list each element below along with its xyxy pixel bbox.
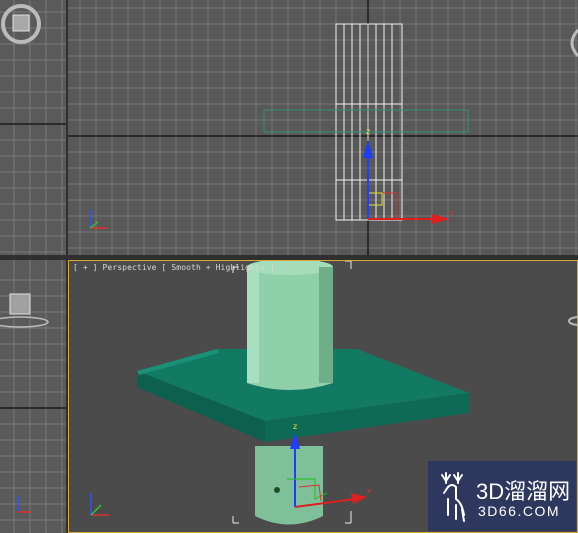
watermark-url: 3D66.COM: [478, 503, 561, 519]
svg-text:z: z: [366, 127, 370, 136]
svg-text:z: z: [293, 422, 297, 431]
viewport-menu-plus[interactable]: [ + ]: [73, 263, 98, 272]
viewport-divider-horizontal[interactable]: [0, 255, 578, 260]
move-gizmo-icon: z x: [363, 127, 454, 224]
max-viewport-layout: z x z x [+] Perspective [Smooth + Hig…: [0, 0, 578, 533]
viewcube-icon[interactable]: [0, 2, 44, 46]
svg-text:x: x: [450, 209, 454, 217]
axis-tripod-icon: [89, 210, 108, 229]
viewport-view-menu[interactable]: Perspective: [103, 263, 157, 272]
watermark-title: 3D溜溜网: [476, 479, 571, 504]
grid-front: z x: [68, 0, 578, 255]
viewcube-icon[interactable]: [0, 288, 60, 358]
axis-tripod-icon: [90, 493, 109, 516]
viewport-label: [ + ] Perspective [ Smooth + Highlights …: [73, 263, 275, 272]
viewcube-icon[interactable]: [558, 28, 578, 58]
viewport-top-left[interactable]: [0, 0, 66, 255]
viewport-shading-menu[interactable]: [ Smooth + Highlights ]: [162, 263, 275, 272]
viewport-divider-vertical[interactable]: [66, 0, 68, 533]
viewport-front[interactable]: z x: [68, 0, 578, 255]
watermark: 3D溜溜网 3D66.COM: [428, 461, 576, 531]
viewcube-icon[interactable]: [567, 311, 578, 331]
svg-text:x: x: [367, 487, 371, 495]
deer-logo-icon: [441, 472, 465, 522]
viewport-left[interactable]: [0, 260, 66, 533]
